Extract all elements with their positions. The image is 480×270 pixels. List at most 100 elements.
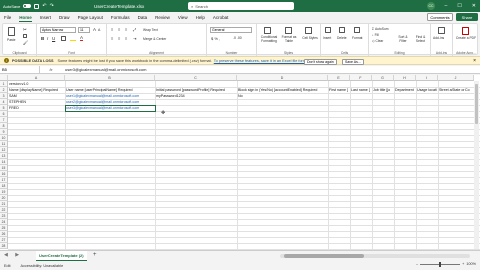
decrease-font-icon[interactable]: A	[98, 28, 100, 32]
share-button[interactable]: Share	[456, 13, 478, 21]
increase-font-icon[interactable]: A	[93, 27, 96, 32]
conditional-formatting-icon[interactable]	[264, 27, 271, 34]
align-top-icon[interactable]: ≡	[111, 27, 113, 32]
paste-button[interactable]: Paste	[7, 38, 15, 42]
format-table-icon[interactable]	[285, 27, 292, 34]
cell-c3[interactable]: myPassword1234	[156, 94, 237, 98]
tab-acrobat[interactable]: Acrobat	[213, 15, 229, 20]
insert-button[interactable]: Insert	[323, 36, 331, 40]
number-format-select[interactable]: General	[210, 27, 252, 33]
align-right-icon[interactable]: ≡	[125, 36, 127, 41]
cell-c2[interactable]: Initial password [passwordProfile] Requi…	[156, 88, 237, 92]
cell-a5[interactable]: FRED	[9, 106, 64, 110]
zoom-out-button[interactable]: –	[416, 262, 418, 266]
zoom-in-button[interactable]: +	[462, 262, 464, 266]
column-header-b[interactable]: B	[65, 75, 155, 81]
cut-icon[interactable]: ✂	[23, 27, 27, 33]
column-header-h[interactable]: H	[394, 75, 416, 81]
close-button[interactable]: ✕	[472, 3, 476, 9]
align-center-icon[interactable]: ≡	[118, 36, 120, 41]
format-button[interactable]: Format	[352, 36, 362, 40]
cell-e2[interactable]: First name [	[329, 88, 350, 92]
font-size-select[interactable]: 11	[78, 27, 90, 33]
borders-icon[interactable]	[61, 36, 66, 41]
add-sheet-button[interactable]: +	[93, 252, 97, 258]
column-header-e[interactable]: E	[328, 75, 350, 81]
tab-page-layout[interactable]: Page Layout	[78, 15, 103, 20]
align-bottom-icon[interactable]: ≡	[125, 27, 127, 32]
cell-d3[interactable]: No	[238, 94, 328, 98]
sheet-tab-active[interactable]: UserCreateTemplate (2)	[36, 251, 87, 261]
merge-center-button[interactable]: Merge & Center	[143, 37, 166, 41]
close-icon[interactable]: ×	[473, 58, 476, 64]
orientation-icon[interactable]: ⤢	[133, 27, 136, 32]
insert-cells-icon[interactable]	[325, 27, 331, 33]
font-color-icon[interactable]: A	[80, 35, 84, 41]
tab-draw[interactable]: Draw	[59, 15, 70, 20]
horizontal-scrollbar[interactable]	[280, 254, 470, 258]
tab-formulas[interactable]: Formulas	[111, 15, 130, 20]
find-select-button[interactable]: Find & Select	[412, 35, 429, 43]
column-header-g[interactable]: G	[372, 75, 394, 81]
fill-button[interactable]: ↓ Fill	[372, 33, 379, 37]
redo-icon[interactable]: ↷	[50, 3, 54, 9]
cell-styles-button[interactable]: Cell Styles	[301, 36, 319, 40]
worksheet-grid[interactable]: A B C D E F G H I J 1 2 3 4 5 6 7 8 9 10 11 12 13 14 1…	[0, 75, 480, 250]
underline-button[interactable]: U	[52, 36, 55, 41]
name-box[interactable]: B5	[0, 66, 40, 73]
create-pdf-button[interactable]: Create a PDF	[455, 36, 477, 41]
cell-b2[interactable]: User name [userPrincipalName] Required	[66, 88, 155, 92]
column-header-j[interactable]: J	[438, 75, 474, 81]
maximize-button[interactable]: ☐	[457, 3, 461, 9]
delete-cells-icon[interactable]	[339, 27, 345, 33]
cell-a2[interactable]: Name [displayName] Required	[9, 88, 65, 92]
cell-b4[interactable]: user2@gicalexmanual@mail.onmicrosoft.com	[66, 100, 155, 104]
row-header[interactable]: 28	[0, 243, 8, 249]
column-header-i[interactable]: I	[416, 75, 438, 81]
cell-a1[interactable]: version:v1.0	[9, 82, 64, 86]
addins-icon[interactable]	[438, 27, 445, 34]
format-painter-icon[interactable]: 🖌	[23, 40, 28, 45]
save-as-button[interactable]: Save As...	[342, 58, 364, 65]
align-middle-icon[interactable]: ≡	[118, 27, 120, 32]
formula-input[interactable]: user3@gicalexmanual@mail.onmicrosoft.com	[62, 67, 146, 72]
wrap-text-button[interactable]: Wrap Text	[143, 28, 158, 32]
font-name-select[interactable]: Aptos Narrow	[40, 27, 76, 33]
column-header-c[interactable]: C	[155, 75, 237, 81]
conditional-formatting-button[interactable]: Conditional Formatting	[259, 35, 279, 43]
vertical-scroll-thumb[interactable]	[475, 84, 478, 124]
undo-icon[interactable]: ↶	[42, 3, 46, 9]
cell-a3[interactable]: SAM	[9, 94, 64, 98]
zoom-level[interactable]: 100%	[466, 262, 476, 266]
save-icon[interactable]	[34, 3, 40, 9]
tab-view[interactable]: View	[178, 15, 188, 20]
cell-i2[interactable]: Usage locati	[417, 88, 438, 92]
cell-d2[interactable]: Block sign in (Yes/No) [accountEnabled] …	[238, 88, 328, 92]
bold-button[interactable]: B	[41, 36, 44, 41]
fx-icon[interactable]: fx	[40, 67, 62, 72]
cell-g2[interactable]: Job title [jo	[373, 88, 394, 92]
column-header-f[interactable]: F	[350, 75, 372, 81]
fill-color-icon[interactable]	[70, 36, 76, 41]
clear-button[interactable]: ◇ Clear	[372, 39, 383, 43]
comments-button[interactable]: Comments	[427, 13, 453, 21]
sort-filter-button[interactable]: Sort & Filter	[395, 35, 411, 43]
copy-icon[interactable]	[23, 34, 27, 38]
format-cells-icon[interactable]	[354, 27, 360, 33]
addins-button[interactable]: Add-ins	[433, 36, 444, 40]
tab-file[interactable]: File	[4, 15, 11, 20]
tab-help[interactable]: Help	[196, 15, 205, 20]
search-input[interactable]: ⌕ Search	[188, 2, 294, 10]
dont-show-again-button[interactable]: Don't show again	[304, 58, 337, 65]
italic-button[interactable]: I	[47, 36, 48, 41]
column-header-d[interactable]: D	[237, 75, 328, 81]
horizontal-scroll-thumb[interactable]	[284, 254, 364, 258]
cell-j2[interactable]: Street addr	[439, 88, 452, 92]
column-header-a[interactable]: A	[8, 75, 65, 81]
cell-f2[interactable]: Last name [	[351, 88, 372, 92]
cell-styles-icon[interactable]	[305, 27, 312, 34]
decimal-icon[interactable]: .0 .00	[233, 36, 242, 40]
avatar[interactable]: CC	[427, 2, 435, 10]
indent-icon[interactable]: ⇥	[133, 36, 136, 41]
pdf-icon[interactable]	[462, 27, 469, 35]
